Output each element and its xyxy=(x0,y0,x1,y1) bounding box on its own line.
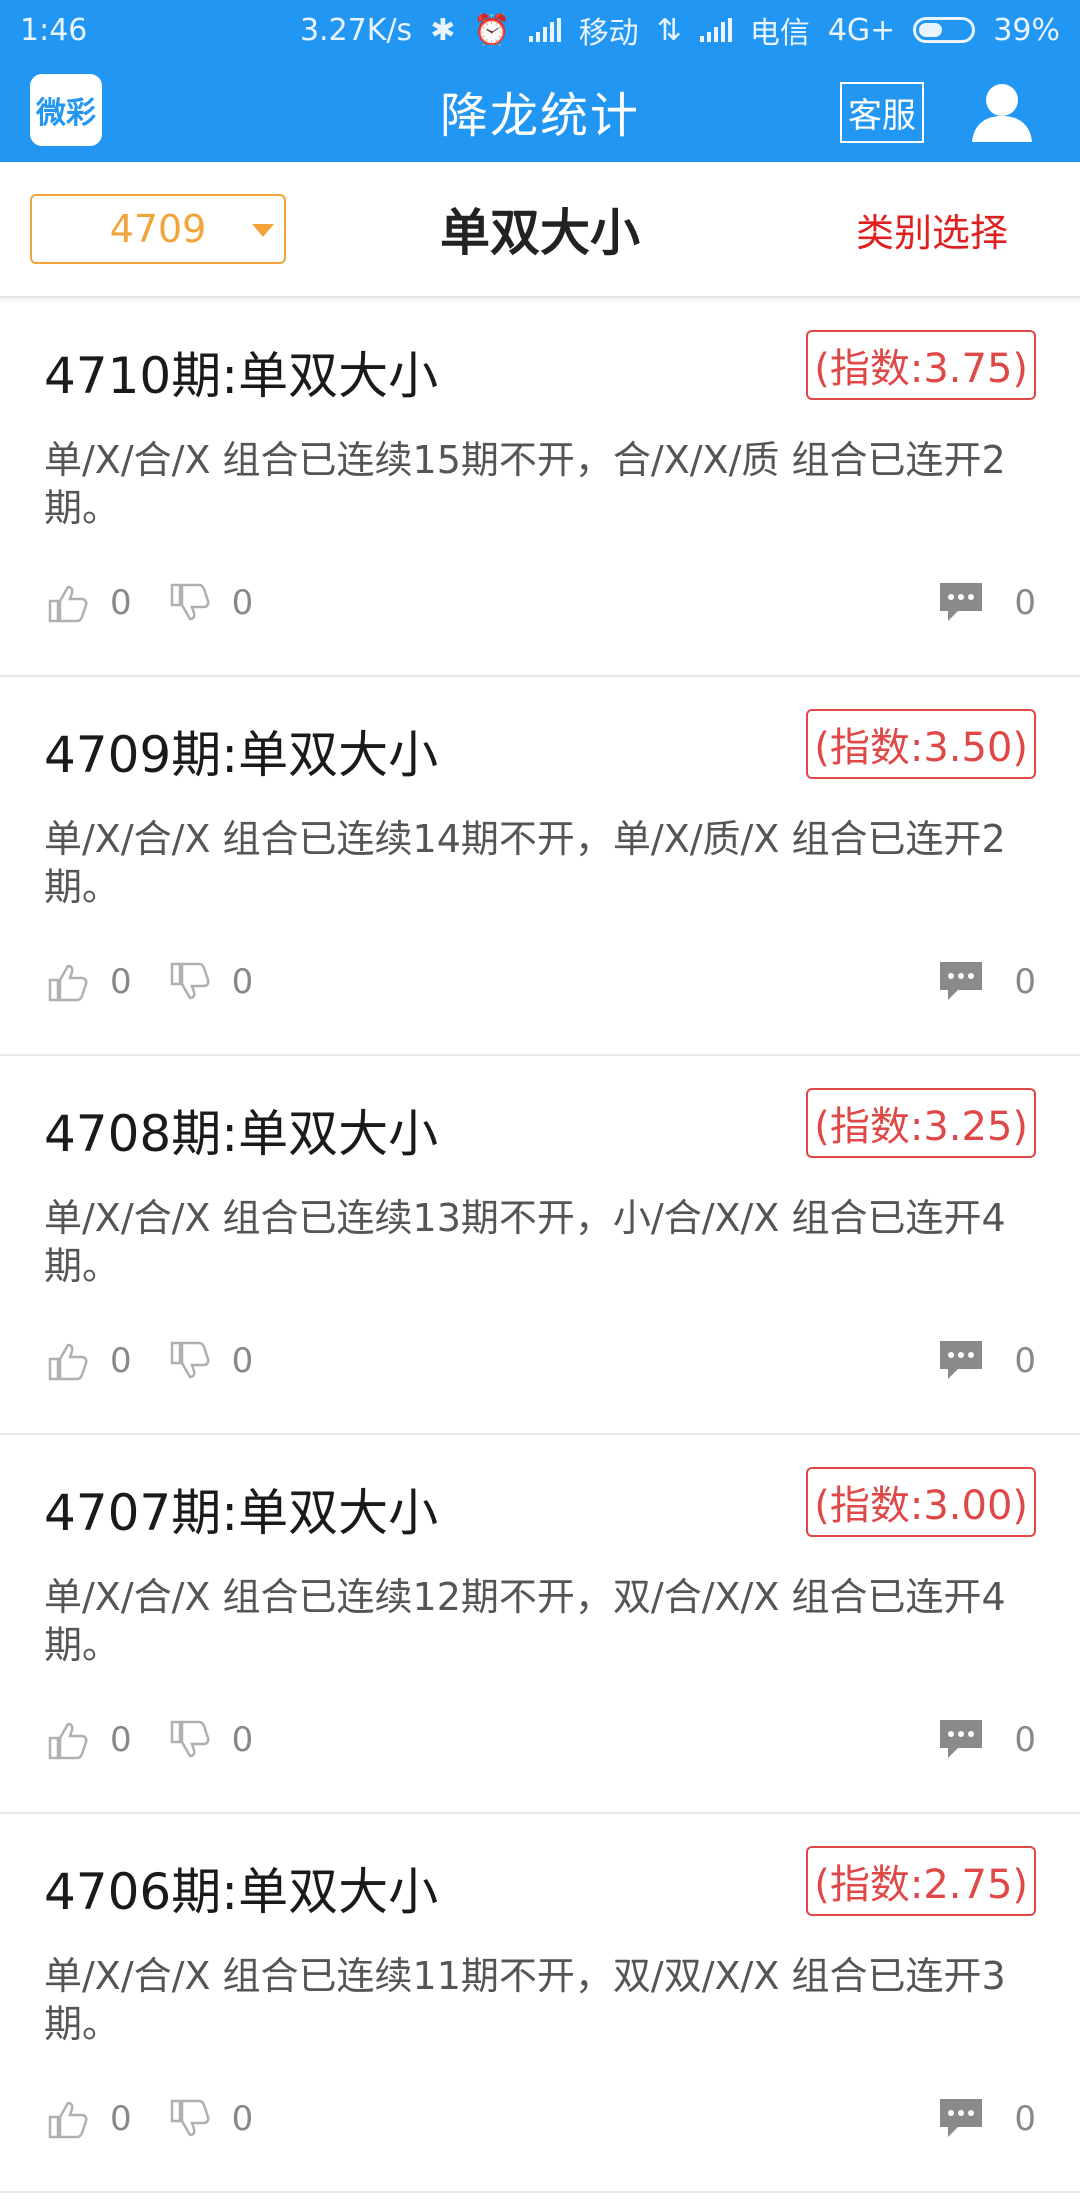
comment-icon xyxy=(940,1720,983,1758)
header: 1:46 3.27K/s ✱ ⏰ 移动 ⇅ 电信 4G+ 39% 微彩 降龙统计… xyxy=(0,0,1080,162)
customer-service-button[interactable]: 客服 xyxy=(840,82,924,143)
comment-count: 0 xyxy=(1014,1720,1036,1760)
comment-count: 0 xyxy=(1014,962,1036,1002)
item-title: 4706期:单双大小 xyxy=(44,1863,439,1921)
like-button[interactable]: 0 xyxy=(44,1716,132,1764)
app-title: 降龙统计 xyxy=(439,88,640,144)
dislike-count: 0 xyxy=(231,2099,254,2139)
dislike-count: 0 xyxy=(231,962,254,1002)
comment-button[interactable]: 0 xyxy=(938,1339,1036,1383)
item-actions: 0 0 0 xyxy=(44,1334,1036,1388)
item-title: 4708期:单双大小 xyxy=(44,1105,439,1163)
comment-icon xyxy=(940,962,983,1000)
comment-button[interactable]: 0 xyxy=(938,960,1036,1004)
comment-icon xyxy=(940,583,983,621)
period-value: 4709 xyxy=(109,207,207,251)
item-description: 单/X/合/X 组合已连续15期不开，合/X/X/质 组合已连开2期。 xyxy=(44,438,1006,530)
index-badge: (指数:3.00) xyxy=(806,1467,1036,1537)
dislike-count: 0 xyxy=(231,1341,254,1381)
filter-title: 单双大小 xyxy=(440,204,640,262)
index-badge: (指数:3.75) xyxy=(806,330,1036,400)
index-badge: (指数:3.25) xyxy=(806,1088,1036,1158)
item-actions: 0 0 0 xyxy=(44,955,1036,1009)
thumbs-down-icon xyxy=(170,962,210,1000)
like-count: 0 xyxy=(110,962,132,1002)
item-actions: 0 0 0 xyxy=(44,1713,1036,1767)
like-count: 0 xyxy=(110,583,132,623)
battery-level: 39% xyxy=(993,12,1060,48)
like-button[interactable]: 0 xyxy=(44,579,132,627)
dislike-button[interactable]: 0 xyxy=(166,958,254,1006)
chevron-down-icon xyxy=(252,224,274,237)
list-item[interactable]: 4707期:单双大小 (指数:3.00) 单/X/合/X 组合已连续12期不开，… xyxy=(0,1435,1080,1814)
index-badge: (指数:2.75) xyxy=(806,1846,1036,1916)
carrier-1: 移动 xyxy=(578,16,639,51)
thumbs-up-icon xyxy=(48,1722,88,1760)
like-count: 0 xyxy=(110,1720,132,1760)
like-button[interactable]: 0 xyxy=(44,958,132,1006)
thumbs-up-icon xyxy=(48,585,88,623)
thumbs-down-icon xyxy=(170,583,210,621)
dislike-button[interactable]: 0 xyxy=(166,1716,254,1764)
user-avatar-icon[interactable] xyxy=(968,76,1036,144)
list-item[interactable]: 4709期:单双大小 (指数:3.50) 单/X/合/X 组合已连续14期不开，… xyxy=(0,677,1080,1056)
status-time: 1:46 xyxy=(20,12,88,48)
item-actions: 0 0 0 xyxy=(44,2092,1036,2146)
app-logo[interactable]: 微彩 xyxy=(30,74,102,146)
thumbs-down-icon xyxy=(170,1720,210,1758)
period-select[interactable]: 4709 xyxy=(30,194,286,264)
thumbs-up-icon xyxy=(48,2101,88,2139)
like-count: 0 xyxy=(110,1341,132,1381)
list-item[interactable]: 4710期:单双大小 (指数:3.75) 单/X/合/X 组合已连续15期不开，… xyxy=(0,298,1080,677)
comment-count: 0 xyxy=(1014,2099,1036,2139)
comment-icon xyxy=(940,2099,983,2137)
signal-icon-2 xyxy=(699,18,732,42)
item-description: 单/X/合/X 组合已连续14期不开，单/X/质/X 组合已连开2期。 xyxy=(44,817,1006,909)
index-badge: (指数:3.50) xyxy=(806,709,1036,779)
carrier-2: 电信 xyxy=(749,16,810,51)
comment-button[interactable]: 0 xyxy=(938,1718,1036,1762)
comment-button[interactable]: 0 xyxy=(938,2097,1036,2141)
status-indicators: 3.27K/s ✱ ⏰ 移动 ⇅ 电信 4G+ 39% xyxy=(300,8,1060,52)
dislike-button[interactable]: 0 xyxy=(166,2095,254,2143)
data-transfer-icon: ⇅ xyxy=(656,12,682,48)
comment-count: 0 xyxy=(1014,1341,1036,1381)
app-bar: 微彩 降龙统计 客服 xyxy=(0,60,1080,162)
result-list: 4710期:单双大小 (指数:3.75) 单/X/合/X 组合已连续15期不开，… xyxy=(0,298,1080,2193)
dislike-count: 0 xyxy=(231,1720,254,1760)
item-title: 4709期:单双大小 xyxy=(44,726,439,784)
item-title: 4707期:单双大小 xyxy=(44,1484,439,1542)
network-speed: 3.27K/s xyxy=(299,12,413,48)
item-description: 单/X/合/X 组合已连续13期不开，小/合/X/X 组合已连开4期。 xyxy=(44,1196,1006,1288)
item-title: 4710期:单双大小 xyxy=(44,347,439,405)
signal-icon xyxy=(528,18,561,42)
list-item[interactable]: 4708期:单双大小 (指数:3.25) 单/X/合/X 组合已连续13期不开，… xyxy=(0,1056,1080,1435)
item-description: 单/X/合/X 组合已连续12期不开，双/合/X/X 组合已连开4期。 xyxy=(44,1575,1006,1667)
network-type: 4G+ xyxy=(827,12,896,48)
dislike-button[interactable]: 0 xyxy=(166,579,254,627)
thumbs-down-icon xyxy=(170,2099,210,2137)
thumbs-up-icon xyxy=(48,964,88,1002)
item-description: 单/X/合/X 组合已连续11期不开，双/双/X/X 组合已连开3期。 xyxy=(44,1954,1006,2046)
list-item[interactable]: 4706期:单双大小 (指数:2.75) 单/X/合/X 组合已连续11期不开，… xyxy=(0,1814,1080,2193)
like-button[interactable]: 0 xyxy=(44,1337,132,1385)
status-bar: 1:46 3.27K/s ✱ ⏰ 移动 ⇅ 电信 4G+ 39% xyxy=(0,0,1080,60)
comment-button[interactable]: 0 xyxy=(938,581,1036,625)
dislike-button[interactable]: 0 xyxy=(166,1337,254,1385)
alarm-icon: ⏰ xyxy=(473,12,511,48)
item-actions: 0 0 0 xyxy=(44,576,1036,630)
filter-bar: 4709 单双大小 类别选择 xyxy=(0,162,1080,298)
category-select-button[interactable]: 类别选择 xyxy=(856,202,1008,257)
like-button[interactable]: 0 xyxy=(44,2095,132,2143)
bluetooth-icon: ✱ xyxy=(430,12,456,48)
thumbs-down-icon xyxy=(170,1341,210,1379)
battery-icon xyxy=(913,17,976,43)
dislike-count: 0 xyxy=(231,583,254,623)
like-count: 0 xyxy=(110,2099,132,2139)
thumbs-up-icon xyxy=(48,1343,88,1381)
comment-count: 0 xyxy=(1014,583,1036,623)
comment-icon xyxy=(940,1341,983,1379)
